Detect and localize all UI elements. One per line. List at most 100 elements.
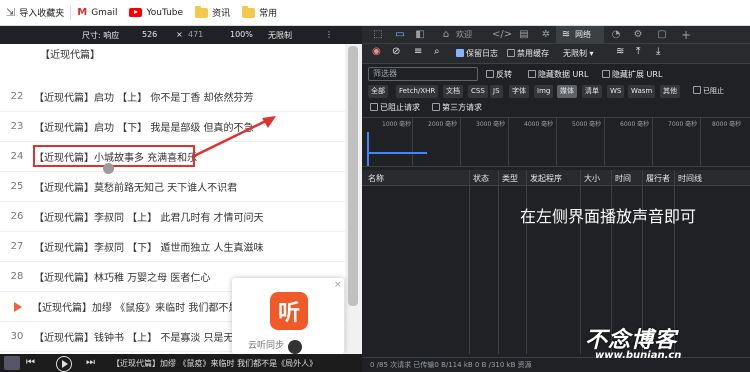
list-item[interactable]: 23 【近现代篇】启功 【下】 我是是部级 但真的不急 xyxy=(0,112,345,142)
chip-img[interactable]: Img xyxy=(534,85,554,98)
wifi-icon: ≋ xyxy=(561,29,571,40)
logo-char: 听 xyxy=(277,301,300,326)
device-toggle-icon[interactable]: ▭ xyxy=(394,29,406,41)
close-icon[interactable]: × xyxy=(334,280,342,290)
timeline-tick: 3000 毫秒 xyxy=(476,121,506,128)
application-icon[interactable]: ▢ xyxy=(656,29,668,41)
episode-number: 27 xyxy=(10,241,24,252)
column-divider xyxy=(469,170,470,354)
column-status[interactable]: 状态 xyxy=(473,173,489,184)
annotation-arrow xyxy=(193,116,276,158)
timeline-request-bar xyxy=(367,152,427,154)
viewport-scrollbar-thumb[interactable] xyxy=(348,46,358,306)
chip-all[interactable]: 全部 xyxy=(368,85,388,98)
app-logo-icon[interactable]: 听 xyxy=(270,292,308,330)
device-width-input[interactable]: 526 xyxy=(142,30,157,39)
column-waterfall[interactable]: 时间线 xyxy=(678,173,702,184)
chip-fetch-xhr[interactable]: Fetch/XHR xyxy=(396,85,439,98)
highlight-box xyxy=(33,145,195,167)
episode-number: 28 xyxy=(10,271,24,282)
episode-number: 22 xyxy=(10,91,24,102)
bookmark-youtube[interactable]: YouTube xyxy=(123,0,189,26)
console-icon[interactable]: ▤ xyxy=(518,29,530,41)
performance-icon[interactable]: ◔ xyxy=(610,29,622,41)
list-item[interactable]: 22 【近现代篇】启功 【上】 你不是丁香 却依然芬芳 xyxy=(0,82,345,112)
add-tab-icon[interactable]: + xyxy=(680,29,692,41)
list-item[interactable]: 27 【近现代篇】李叔同 【下】 遁世而独立 人生真滋味 xyxy=(0,232,345,262)
bookmark-folder-common[interactable]: 常用 xyxy=(236,0,283,26)
list-item[interactable]: 25 【近现代篇】莫愁前路无知己 天下谁人不识君 xyxy=(0,172,345,202)
column-size[interactable]: 大小 xyxy=(584,173,600,184)
chip-wasm[interactable]: Wasm xyxy=(628,85,656,98)
zoom-select[interactable]: 100% xyxy=(230,30,253,39)
tab-welcome[interactable]: 欢迎 xyxy=(456,29,472,40)
chip-font[interactable]: 字体 xyxy=(509,85,529,98)
chip-css[interactable]: CSS xyxy=(468,85,488,98)
sources-icon[interactable]: ✲ xyxy=(540,29,552,41)
throttle-select[interactable]: 无限制 xyxy=(268,30,292,41)
bookmark-folder-news[interactable]: 资讯 xyxy=(189,0,236,26)
chip-doc[interactable]: 文档 xyxy=(443,85,463,98)
search-icon[interactable]: ⌕ xyxy=(434,46,440,57)
blocked-requests-checkbox[interactable]: 已阻止请求 xyxy=(370,102,420,113)
previous-icon[interactable]: ⏮ xyxy=(26,357,35,368)
bookmark-label: 常用 xyxy=(259,9,278,19)
wifi-settings-icon[interactable]: ≋ xyxy=(616,46,624,57)
import-har-icon[interactable]: ⤒ xyxy=(636,46,640,57)
list-item[interactable]: 26 【近现代篇】李叔同 【上】 此君几时有 才情可问天 xyxy=(0,202,345,232)
tab-network[interactable]: 网络 xyxy=(575,29,591,40)
export-har-icon[interactable]: ⤓ xyxy=(656,46,660,57)
column-divider xyxy=(526,170,527,354)
episode-title: 【近现代篇】钱钟书 【上】 不是寡淡 只是无趣 xyxy=(34,333,244,344)
filter-input[interactable]: 筛选器 xyxy=(368,67,478,81)
chip-other[interactable]: 其他 xyxy=(660,85,680,98)
bookmark-gmail[interactable]: M Gmail xyxy=(71,0,123,26)
checkbox-icon xyxy=(432,103,440,111)
home-icon[interactable]: ⌂ xyxy=(440,29,452,41)
checkbox-icon xyxy=(486,70,494,78)
third-party-checkbox[interactable]: 第三方请求 xyxy=(432,102,482,113)
partial-list-row[interactable]: 【近现代篇】 xyxy=(0,44,345,64)
inspect-element-icon[interactable]: ⬚ xyxy=(372,29,384,41)
column-initiator[interactable]: 发起程序 xyxy=(530,173,562,184)
disable-cache-checkbox[interactable]: 禁用缓存 xyxy=(507,48,549,59)
timeline-gridline xyxy=(556,117,557,167)
watermark-url: www.bunian.cn xyxy=(595,350,682,361)
lock-icon[interactable] xyxy=(288,340,302,354)
blocked-requests-label: 已阻止请求 xyxy=(380,103,420,112)
next-icon[interactable]: ⏭ xyxy=(86,357,95,368)
blocked-cookies-checkbox[interactable]: 已阻止 xyxy=(690,85,727,98)
preserve-log-checkbox[interactable]: 保留日志 xyxy=(456,48,498,59)
device-height-input[interactable]: 471 xyxy=(188,30,203,39)
hide-data-urls-checkbox[interactable]: 隐藏数据 URL xyxy=(528,69,588,80)
clear-icon[interactable]: ⊘ xyxy=(392,46,400,57)
play-button[interactable] xyxy=(56,356,72,372)
dock-side-icon[interactable]: ◧ xyxy=(414,29,426,41)
chip-media[interactable]: 媒体 xyxy=(557,85,577,98)
bookmarks-bar: ⇲ 导入收藏夹 M Gmail YouTube 资讯 常用 xyxy=(0,0,750,26)
record-icon[interactable]: ◉ xyxy=(372,46,381,57)
elements-icon[interactable]: </> xyxy=(492,29,512,41)
throttle-dropdown[interactable]: 无限制 ▾ xyxy=(563,48,594,59)
chip-js[interactable]: JS xyxy=(490,85,503,98)
disable-cache-label: 禁用缓存 xyxy=(517,49,549,58)
device-size-select[interactable]: 尺寸: 响应 xyxy=(82,30,119,41)
preserve-log-label: 保留日志 xyxy=(466,49,498,58)
invert-checkbox[interactable]: 反转 xyxy=(486,69,512,80)
column-time[interactable]: 时间 xyxy=(615,173,631,184)
episode-title: 【近现代篇】李叔同 【下】 遁世而独立 人生真滋味 xyxy=(34,243,264,254)
more-options-icon[interactable]: ⋮ xyxy=(325,30,333,39)
chip-ws[interactable]: WS xyxy=(607,85,625,98)
chip-manifest[interactable]: 清单 xyxy=(582,85,602,98)
album-cover xyxy=(4,356,20,370)
filter-icon[interactable]: ≡ xyxy=(414,46,422,57)
hide-ext-urls-checkbox[interactable]: 隐藏扩展 URL xyxy=(602,69,662,80)
timeline-tick: 6000 毫秒 xyxy=(620,121,650,128)
settings-icon[interactable]: ⚙ xyxy=(632,29,644,41)
episode-number: 26 xyxy=(10,211,24,222)
column-name[interactable]: 名称 xyxy=(368,173,384,184)
column-fulfilled-by[interactable]: 履行者 xyxy=(646,173,670,184)
bookmark-import[interactable]: ⇲ 导入收藏夹 xyxy=(0,0,70,26)
bookmark-label: 资讯 xyxy=(212,9,231,19)
column-type[interactable]: 类型 xyxy=(502,173,518,184)
